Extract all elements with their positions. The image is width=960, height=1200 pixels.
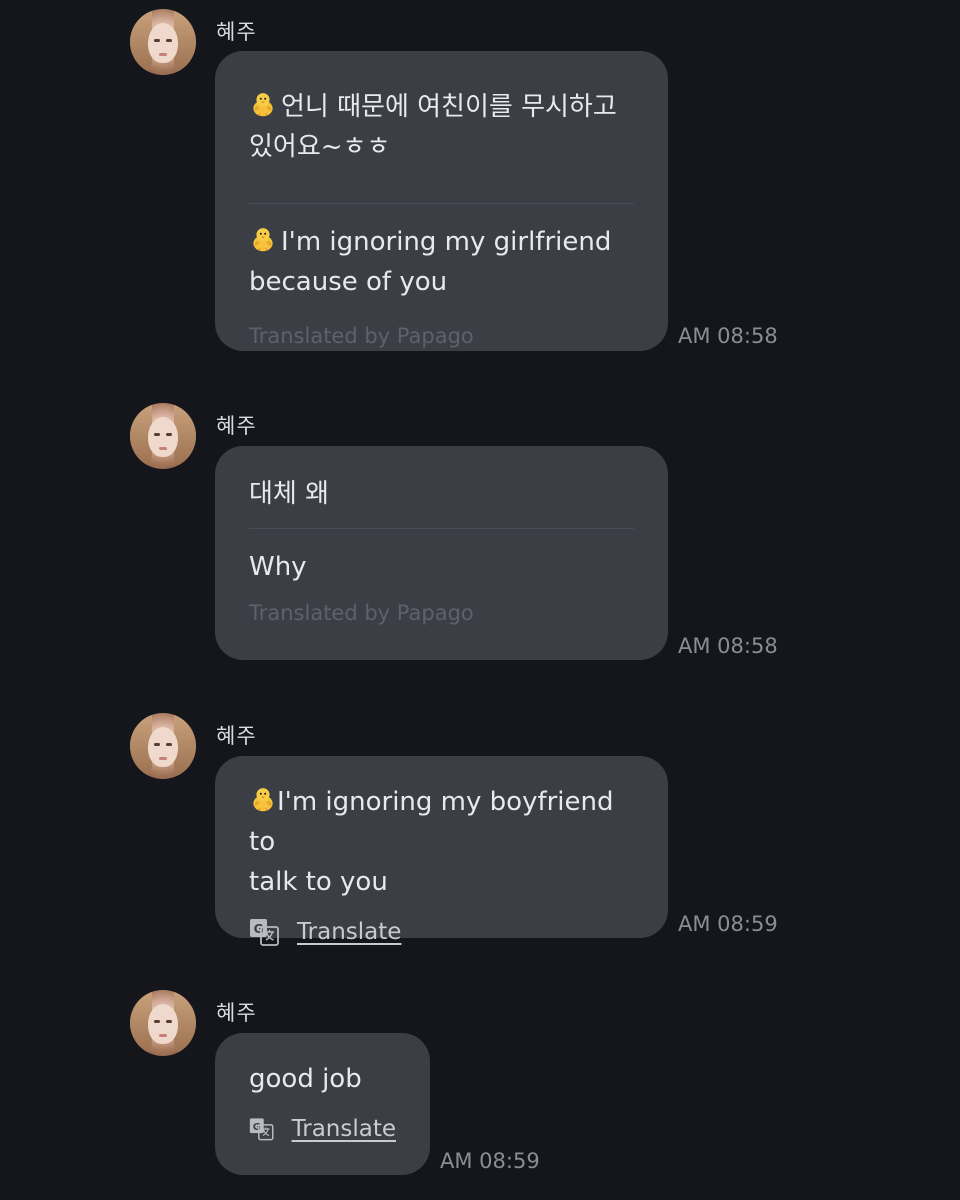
message-bubble[interactable]: good job Translate	[215, 1033, 430, 1175]
divider	[249, 203, 634, 204]
chat-thread: 혜주 언니 때문에 여친이를 무시하고 있어요~ㅎㅎ I'm ignoring …	[0, 0, 960, 1200]
original-line-2: 있어요~ㅎㅎ	[249, 132, 391, 162]
original-text: 언니 때문에 여친이를 무시하고 있어요~ㅎㅎ	[249, 87, 634, 167]
message-text: I'm ignoring my boyfriend to talk to you	[249, 782, 634, 902]
message-line-1: good job	[249, 1064, 362, 1094]
avatar[interactable]	[130, 713, 196, 779]
translated-text: Why	[249, 547, 634, 587]
divider	[249, 528, 634, 529]
message-text: good job	[249, 1059, 396, 1099]
sender-name: 혜주	[216, 1001, 257, 1025]
translation-credit: Translated by Papago	[249, 601, 474, 625]
baby-chick-icon	[249, 225, 277, 253]
sender-name: 혜주	[216, 414, 257, 438]
translated-line-1: Why	[249, 552, 307, 582]
translate-link[interactable]: Translate	[297, 919, 401, 945]
avatar[interactable]	[130, 990, 196, 1056]
timestamp: AM 08:59	[440, 1149, 540, 1173]
message-line-1: I'm ignoring my boyfriend to	[249, 787, 614, 857]
avatar[interactable]	[130, 403, 196, 469]
translate-row: Translate	[249, 918, 634, 946]
message-bubble[interactable]: I'm ignoring my boyfriend to talk to you…	[215, 756, 668, 938]
translated-line-2: because of you	[249, 267, 448, 297]
translate-icon[interactable]	[249, 1115, 274, 1143]
sender-name: 혜주	[216, 20, 257, 44]
message-bubble[interactable]: 언니 때문에 여친이를 무시하고 있어요~ㅎㅎ I'm ignoring my …	[215, 51, 668, 351]
original-line-1: 언니 때문에 여친이를 무시하고	[281, 92, 617, 122]
translated-text: I'm ignoring my girlfriend because of yo…	[249, 222, 634, 302]
sender-name: 혜주	[216, 724, 257, 748]
message-bubble[interactable]: 대체 왜 Why Translated by Papago	[215, 446, 668, 660]
translate-row: Translate	[249, 1115, 396, 1143]
original-text: 대체 왜	[249, 474, 634, 514]
baby-chick-icon	[249, 785, 277, 813]
translated-line-1: I'm ignoring my girlfriend	[281, 227, 612, 257]
timestamp: AM 08:58	[678, 634, 778, 658]
timestamp: AM 08:59	[678, 912, 778, 936]
translate-link[interactable]: Translate	[292, 1116, 396, 1142]
translate-icon[interactable]	[249, 918, 279, 946]
timestamp: AM 08:58	[678, 324, 778, 348]
message-line-2: talk to you	[249, 867, 388, 897]
translation-credit: Translated by Papago	[249, 324, 474, 348]
baby-chick-icon	[249, 90, 277, 118]
avatar[interactable]	[130, 9, 196, 75]
original-line-1: 대체 왜	[249, 479, 330, 509]
